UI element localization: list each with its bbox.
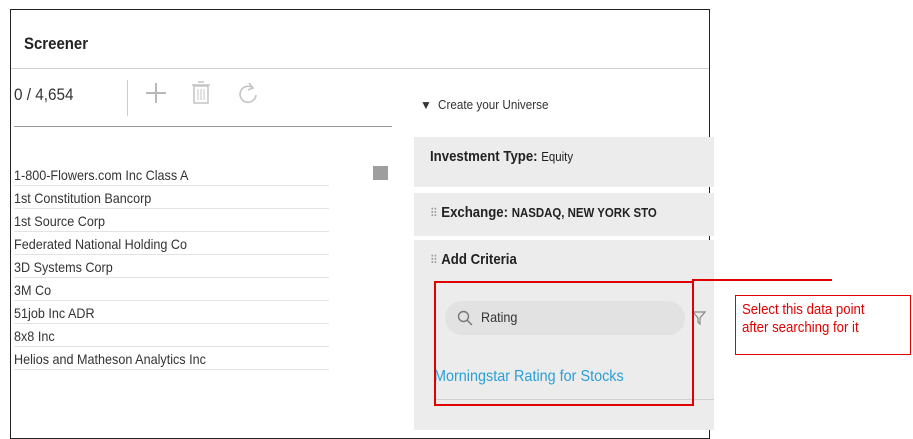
annotation-callout: Select this data point after searching f… — [735, 295, 911, 355]
scrollbar-thumb[interactable] — [373, 166, 388, 180]
drag-handle-icon[interactable]: ⠿ — [430, 253, 438, 267]
list-item[interactable]: 3D Systems Corp — [14, 255, 329, 278]
filter-icon[interactable] — [691, 311, 707, 330]
list-item[interactable]: 8x8 Inc — [14, 324, 329, 347]
caret-down-icon: ▼ — [420, 98, 432, 112]
annotation-callout-line — [692, 279, 832, 281]
list-item[interactable]: 3M Co — [14, 278, 329, 301]
annotation-line-2: after searching for it — [742, 319, 859, 336]
investment-type-panel[interactable]: Investment Type: Equity — [414, 137, 714, 187]
list-item[interactable]: Federated National Holding Co — [14, 232, 329, 255]
trash-icon[interactable] — [190, 80, 212, 106]
annotation-highlight-box — [434, 281, 694, 406]
annotation-line-1: Select this data point — [742, 301, 865, 318]
drag-handle-icon[interactable]: ⠿ — [430, 206, 438, 220]
title-divider — [11, 68, 709, 69]
list-item[interactable]: Helios and Matheson Analytics Inc — [14, 347, 329, 370]
investment-type-value: Equity — [541, 149, 574, 164]
exchange-value: NASDAQ, NEW YORK STO — [511, 205, 657, 220]
list-item[interactable]: 1-800-Flowers.com Inc Class A — [14, 163, 329, 186]
exchange-label: Exchange: — [441, 204, 509, 221]
securities-list: 1-800-Flowers.com Inc Class A 1st Consti… — [14, 163, 364, 370]
list-header-divider — [14, 126, 392, 127]
plus-icon[interactable] — [143, 80, 169, 106]
investment-type-label: Investment Type: — [430, 148, 538, 165]
add-criteria-label: Add Criteria — [441, 251, 517, 268]
refresh-icon[interactable] — [236, 80, 260, 106]
list-item[interactable]: 1st Source Corp — [14, 209, 329, 232]
exchange-panel[interactable]: ⠿ Exchange: NASDAQ, NEW YORK STO — [414, 193, 714, 236]
page-title: Screener — [24, 34, 89, 53]
universe-toggle[interactable]: ▼ Create your Universe — [420, 97, 561, 112]
security-count: 0 / 4,654 — [14, 85, 74, 104]
list-item[interactable]: 51job Inc ADR — [14, 301, 329, 324]
toolbar-divider — [127, 80, 128, 116]
list-item[interactable]: 1st Constitution Bancorp — [14, 186, 329, 209]
